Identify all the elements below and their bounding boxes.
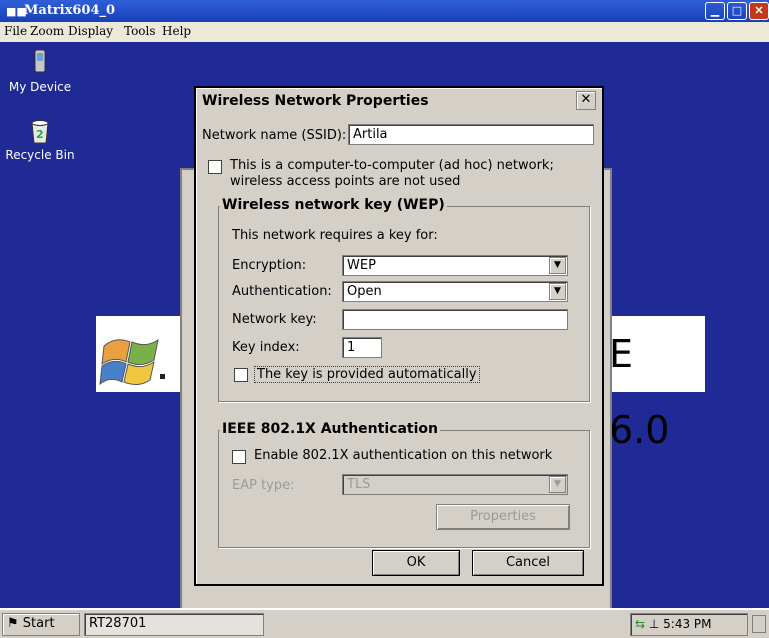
key-index-label: Key index: <box>232 340 300 355</box>
dialog-title: Wireless Network Properties <box>202 93 429 109</box>
auto-key-label: The key is provided automatically <box>254 366 480 383</box>
encryption-label: Encryption: <box>232 258 307 273</box>
taskbar-item[interactable]: RT28701 <box>84 613 264 636</box>
desktop-toggle-icon[interactable] <box>752 615 766 633</box>
encryption-select[interactable]: WEP ▼ <box>342 255 568 276</box>
menu-zoom[interactable]: Zoom <box>30 24 64 38</box>
ieee-group-title: IEEE 802.1X Authentication <box>220 421 440 437</box>
close-window-button[interactable]: ✕ <box>749 2 769 20</box>
start-label: Start <box>22 616 55 631</box>
wireless-properties-dialog: Wireless Network Properties ✕ Network na… <box>194 86 604 586</box>
network-key-input[interactable] <box>342 309 568 330</box>
adhoc-label-line1: This is a computer-to-computer (ad hoc) … <box>230 158 554 173</box>
recycle-bin-icon: 2 <box>31 120 49 144</box>
chevron-down-icon: ▼ <box>549 283 566 300</box>
eap-type-label: EAP type: <box>232 478 295 493</box>
desktop-icon-my-device[interactable]: My Device <box>0 48 80 94</box>
auto-key-checkbox[interactable] <box>234 368 248 382</box>
wep-group-title: Wireless network key (WEP) <box>220 197 447 213</box>
chevron-down-icon: ▼ <box>549 257 566 274</box>
window-titlebar: ■■ Matrix604_0 ▁ □ ✕ <box>0 0 769 22</box>
cancel-button[interactable]: Cancel <box>472 550 584 576</box>
start-button[interactable]: ⚑ Start <box>2 613 80 636</box>
minimize-icon: ▁ <box>710 4 720 17</box>
encryption-value: WEP <box>347 258 376 273</box>
windows-logo-image <box>96 316 192 392</box>
desktop-icon-recycle-bin[interactable]: 2 Recycle Bin <box>0 116 80 162</box>
authentication-select[interactable]: Open ▼ <box>342 281 568 302</box>
menu-file[interactable]: File <box>4 24 27 38</box>
authentication-label: Authentication: <box>232 284 332 299</box>
network-icon[interactable]: ⇆ <box>635 617 645 631</box>
window-title: Matrix604_0 <box>24 3 116 18</box>
requires-key-text: This network requires a key for: <box>232 228 438 243</box>
key-index-input[interactable]: 1 <box>342 337 382 358</box>
close-icon: ✕ <box>580 92 592 107</box>
eap-type-select[interactable]: TLS ▼ <box>342 474 568 495</box>
ssid-input[interactable]: Artila <box>348 124 594 145</box>
eap-type-value: TLS <box>347 477 371 492</box>
connection-icon[interactable]: ⊥ <box>649 617 659 631</box>
desktop-icon-label: Recycle Bin <box>5 148 75 162</box>
enable-8021x-checkbox[interactable] <box>232 450 246 464</box>
authentication-value: Open <box>347 284 382 299</box>
minimize-button[interactable]: ▁ <box>705 2 725 20</box>
my-device-icon <box>34 49 46 73</box>
desktop-icon-label: My Device <box>8 80 72 94</box>
windows-flag-icon <box>99 338 165 386</box>
adhoc-checkbox[interactable] <box>208 160 222 174</box>
clock: 5:43 PM <box>663 617 712 631</box>
network-key-label: Network key: <box>232 312 317 327</box>
enable-8021x-label: Enable 802.1X authentication on this net… <box>254 448 553 463</box>
properties-button[interactable]: Properties <box>436 504 570 530</box>
chevron-down-icon: ▼ <box>549 476 566 493</box>
start-flag-icon: ⚑ <box>7 616 19 631</box>
taskbar: ⚑ Start RT28701 ⇆ ⊥ 5:43 PM <box>0 608 769 638</box>
maximize-button[interactable]: □ <box>727 2 747 20</box>
menu-help[interactable]: Help <box>162 24 191 38</box>
menu-tools[interactable]: Tools <box>124 24 156 38</box>
system-tray: ⇆ ⊥ 5:43 PM <box>630 613 748 636</box>
menu-bar: File Zoom Display Tools Help <box>0 22 769 42</box>
dialog-close-button[interactable]: ✕ <box>576 91 596 110</box>
close-icon: ✕ <box>754 4 764 17</box>
windows-ce-version-text: E 6.0 <box>605 316 705 452</box>
maximize-icon: □ <box>731 4 743 17</box>
ok-button[interactable]: OK <box>372 550 460 576</box>
ssid-label: Network name (SSID): <box>202 128 347 143</box>
menu-display[interactable]: Display <box>68 24 113 38</box>
adhoc-label-line2: wireless access points are not used <box>230 174 461 189</box>
svg-text:2: 2 <box>36 128 44 141</box>
